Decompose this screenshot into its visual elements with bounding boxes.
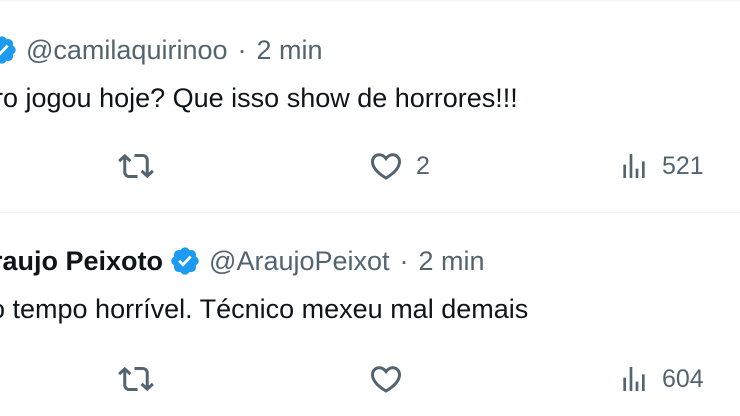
- heart-icon: [368, 361, 404, 397]
- timestamp[interactable]: 2 min: [257, 34, 323, 66]
- views-chart-icon: [618, 150, 650, 182]
- verified-badge-icon: [169, 245, 201, 277]
- separator-dot: ·: [237, 35, 247, 65]
- retweet-button[interactable]: [118, 359, 154, 399]
- views-chart-icon: [618, 363, 650, 395]
- heart-icon: [368, 148, 404, 184]
- like-button[interactable]: 2: [368, 146, 430, 186]
- display-name[interactable]: raujo Peixoto: [0, 245, 163, 277]
- user-handle[interactable]: @camilaquirinoo: [26, 34, 228, 66]
- retweet-button[interactable]: [118, 146, 154, 186]
- tweet-actions: 604: [0, 359, 740, 399]
- like-count: 2: [416, 151, 430, 180]
- views-button[interactable]: 604: [618, 359, 704, 399]
- verified-badge-icon: [0, 34, 18, 66]
- retweet-icon: [118, 148, 154, 184]
- user-handle[interactable]: @AraujoPeixot: [209, 245, 390, 277]
- tweet-text: o tempo horrível. Técnico mexeu mal dema…: [0, 294, 529, 324]
- tweet-header: raujo Peixoto @AraujoPeixot · 2 min: [0, 245, 485, 277]
- views-button[interactable]: 521: [618, 146, 704, 186]
- tweet-text: ro jogou hoje? Que isso show de horrores…: [0, 83, 518, 113]
- tweet[interactable]: @camilaquirinoo · 2 min ro jogou hoje? Q…: [0, 0, 740, 212]
- separator-dot: ·: [399, 246, 409, 276]
- view-count: 604: [662, 364, 704, 393]
- view-count: 521: [662, 151, 704, 180]
- retweet-icon: [118, 361, 154, 397]
- tweet[interactable]: raujo Peixoto @AraujoPeixot · 2 min o te…: [0, 213, 740, 416]
- like-button[interactable]: [368, 359, 416, 399]
- timestamp[interactable]: 2 min: [419, 245, 485, 277]
- tweet-header: @camilaquirinoo · 2 min: [0, 34, 323, 66]
- tweet-actions: 2 521: [0, 146, 740, 186]
